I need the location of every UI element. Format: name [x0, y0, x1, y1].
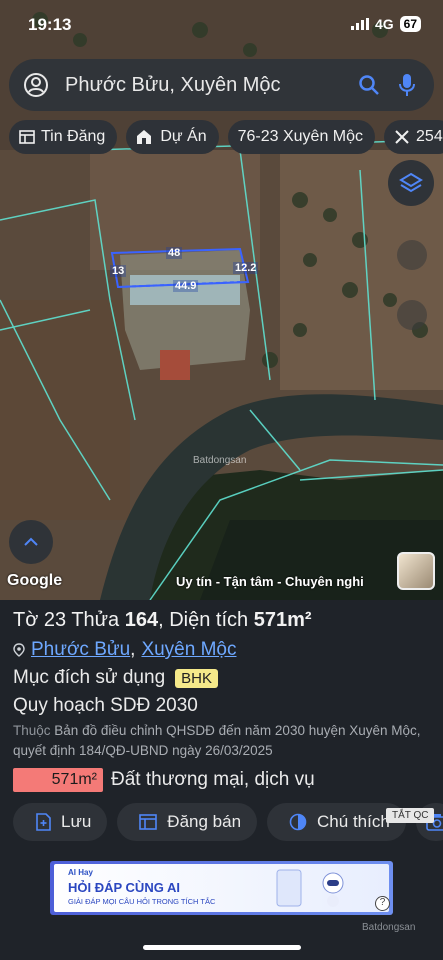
app-root: 19:13 4G 67 Phước Bửu, Xuyên Mộc Tin Đăn	[0, 0, 443, 960]
plan-prefix: Thuộc	[13, 723, 51, 738]
expand-up-button[interactable]	[9, 520, 53, 564]
search-bar[interactable]: Phước Bửu, Xuyên Mộc	[9, 59, 434, 111]
chevron-up-icon	[24, 537, 38, 546]
location-row: Phước Bửu, Xuyên Mộc	[13, 639, 236, 661]
mic-icon[interactable]	[394, 72, 420, 98]
parcel-info-sheet: Tờ 23 Thửa 164, Diện tích 571m² Phước Bử…	[0, 600, 443, 960]
batdongsan-logo: Batdongsan	[362, 922, 416, 933]
ad-brand: AI Hay	[68, 868, 93, 877]
house-icon	[137, 130, 152, 144]
robot-icon	[322, 872, 344, 907]
home-indicator[interactable]	[143, 945, 301, 950]
legend-button[interactable]: Chú thích	[267, 803, 406, 841]
search-input[interactable]: Phước Bửu, Xuyên Mộc	[65, 74, 356, 97]
save-button[interactable]: Lưu	[13, 803, 108, 841]
chip-tin-dang[interactable]: Tin Đăng	[9, 120, 118, 154]
location-pin-icon	[13, 643, 25, 657]
ad-title: HỎI ĐÁP CÙNG AI	[68, 880, 180, 895]
network-type: 4G	[374, 16, 394, 32]
map-slogan: Uy tín - Tận tâm - Chuyên nghi	[176, 574, 364, 589]
map-watermark: Batdongsan	[193, 455, 247, 466]
status-time: 19:13	[28, 15, 72, 34]
parcel-number: 164	[124, 609, 159, 631]
ad-help-icon[interactable]: ?	[375, 896, 390, 911]
legend-icon	[289, 813, 307, 831]
land-purpose-row: Mục đích sử dụng BHK	[13, 667, 218, 689]
chip-du-an[interactable]: Dự Án	[126, 120, 219, 154]
chip-label: 76-23 Xuyên Mộc	[237, 128, 364, 145]
purpose-label: Mục đích sử dụng	[13, 667, 166, 688]
zone-area-badge: 571m²	[13, 768, 103, 792]
purpose-code-badge: BHK	[175, 668, 218, 688]
sheet-label: Tờ 23 Thửa	[13, 609, 120, 631]
action-label: Chú thích	[317, 812, 390, 831]
listing-icon	[139, 814, 158, 830]
search-icon[interactable]	[356, 72, 382, 98]
parcel-title: Tờ 23 Thửa 164, Diện tích 571m²	[13, 609, 312, 632]
plan-text: Bản đồ điều chỉnh QHSDĐ đến năm 2030 huy…	[13, 723, 421, 758]
zone-area-row: 571m² Đất thương mại, dịch vụ	[13, 768, 315, 792]
account-icon[interactable]	[23, 72, 49, 98]
ad-content: AI Hay HỎI ĐÁP CÙNG AI GIẢI ĐÁP MỌI CÂU …	[54, 864, 389, 912]
parcel-area: 571m²	[253, 609, 312, 631]
post-sale-button[interactable]: Đăng bán	[117, 803, 258, 841]
listing-icon	[19, 130, 35, 144]
chip-label: 254	[416, 128, 443, 145]
signal-icon	[350, 18, 369, 30]
action-label: Lưu	[61, 812, 92, 831]
ruler-icon	[395, 130, 409, 144]
action-buttons: Lưu Đăng bán Chú thích	[13, 803, 443, 841]
dimension-bottom: 44.9	[173, 280, 199, 292]
filter-chips: Tin Đăng Dự Án 76-23 Xuyên Mộc 254	[9, 120, 443, 154]
plan-title: Quy hoạch SDĐ 2030	[13, 695, 198, 716]
status-bar: 19:13 4G 67	[0, 0, 443, 52]
chip-measure[interactable]: 254	[384, 120, 443, 154]
street-view-thumbnail[interactable]	[397, 552, 435, 590]
plan-description: Thuộc Bản đồ điều chỉnh QHSDĐ đến năm 20…	[13, 721, 433, 761]
action-label: Đăng bán	[167, 812, 242, 831]
save-icon	[36, 813, 51, 831]
layers-button[interactable]	[388, 160, 434, 206]
google-logo: Google	[7, 572, 63, 589]
ad-subtitle: GIẢI ĐÁP MỌI CÂU HỎI TRONG TÍCH TẮC	[68, 897, 216, 906]
district-link[interactable]: Xuyên Mộc	[141, 639, 236, 661]
phone-illustration-icon	[276, 869, 302, 907]
close-ad-button[interactable]: TẮT QC	[386, 808, 435, 823]
chip-label: Dự Án	[160, 128, 207, 145]
layers-icon	[399, 172, 423, 193]
chip-parcel-ref[interactable]: 76-23 Xuyên Mộc	[227, 120, 376, 154]
area-label: , Diện tích	[158, 609, 249, 631]
map-control-button[interactable]	[397, 240, 427, 270]
location-separator: ,	[130, 639, 136, 660]
chip-label: Tin Đăng	[41, 128, 106, 145]
dimension-top: 48	[166, 247, 183, 259]
dimension-right: 12.2	[233, 262, 259, 274]
satellite-map[interactable]: 19:13 4G 67 Phước Bửu, Xuyên Mộc Tin Đăn	[0, 0, 443, 600]
battery-level: 67	[399, 16, 421, 32]
dimension-left: 13	[110, 265, 127, 277]
status-indicators: 4G 67	[350, 16, 421, 32]
ad-banner[interactable]: AI Hay HỎI ĐÁP CÙNG AI GIẢI ĐÁP MỌI CÂU …	[50, 861, 393, 915]
zone-label: Đất thương mại, dịch vụ	[111, 769, 315, 790]
ward-link[interactable]: Phước Bửu	[31, 639, 130, 661]
map-control-button[interactable]	[397, 300, 427, 330]
